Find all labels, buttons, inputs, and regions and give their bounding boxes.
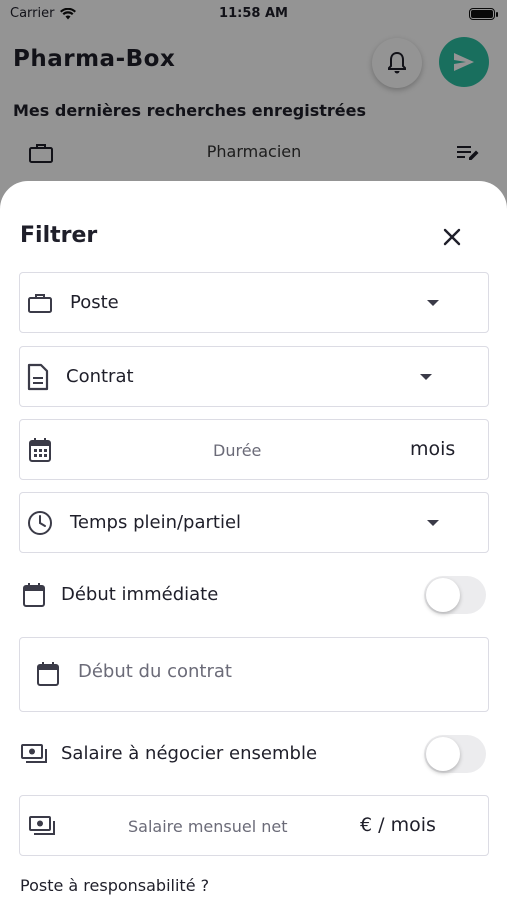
temps-select[interactable]: Temps plein/partiel [19,492,489,553]
sheet-title: Filtrer [20,223,98,248]
briefcase-icon [28,294,52,313]
debut-immediate-label: Début immédiate [61,584,219,605]
debut-contrat-input[interactable]: Début du contrat [19,637,489,712]
poste-label: Poste [70,292,119,313]
filter-sheet: Filtrer Poste Contrat Durée mois Temps p… [0,181,507,900]
clock-icon [28,511,52,535]
temps-label: Temps plein/partiel [70,512,242,533]
salaire-negocier-label: Salaire à négocier ensemble [61,743,318,764]
debut-immediate-row: Début immédiate [20,575,486,615]
poste-select[interactable]: Poste [19,272,489,333]
poste-responsabilite-label: Poste à responsabilité ? [20,876,210,895]
chevron-down-icon [420,374,432,380]
chevron-down-icon [427,300,439,306]
contrat-label: Contrat [66,366,134,387]
money-icon [21,744,47,763]
document-icon [27,363,49,391]
close-icon [443,228,461,246]
close-button[interactable] [438,223,466,251]
money-icon [29,816,55,835]
duree-input[interactable]: Durée mois [19,419,489,480]
salaire-negocier-toggle[interactable] [424,735,486,773]
contrat-select[interactable]: Contrat [19,346,489,407]
calendar-icon [23,583,45,607]
duree-placeholder: Durée [213,441,262,460]
salaire-input[interactable]: Salaire mensuel net € / mois [19,795,489,856]
salaire-placeholder: Salaire mensuel net [128,817,288,836]
debut-immediate-toggle[interactable] [424,576,486,614]
salaire-negocier-row: Salaire à négocier ensemble [20,734,486,774]
salaire-suffix: € / mois [360,814,436,836]
calendar-grid-icon [29,438,51,462]
chevron-down-icon [427,520,439,526]
duree-suffix: mois [410,438,456,460]
debut-contrat-placeholder: Début du contrat [78,661,232,682]
calendar-icon [37,662,59,686]
